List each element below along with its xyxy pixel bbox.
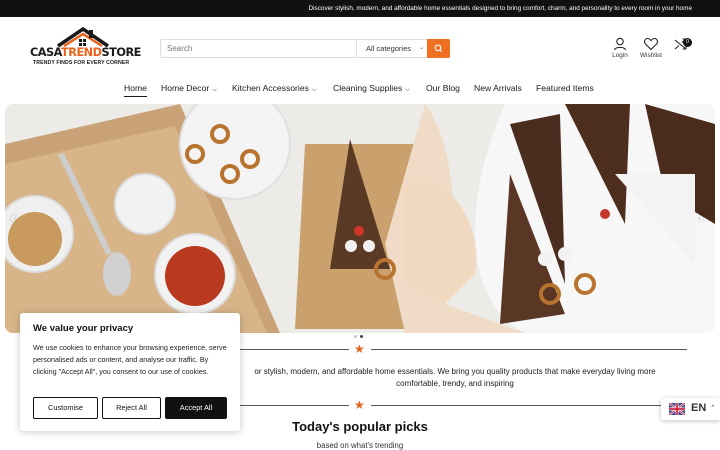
slider-dot-active[interactable] — [360, 335, 363, 338]
search-input[interactable]: Search — [167, 40, 192, 57]
announcement-text: Discover stylish, modern, and affordable… — [308, 5, 692, 12]
slider-dots — [354, 325, 366, 343]
chevron-up-icon: ⌃ — [710, 405, 716, 412]
nav-item-new-arrivals[interactable]: New Arrivals — [474, 80, 522, 96]
section-subtitle: based on what's trending — [316, 441, 404, 450]
uk-flag-icon — [669, 403, 685, 415]
hero-image — [5, 104, 715, 333]
divider-line — [240, 405, 349, 406]
divider-line — [371, 349, 687, 350]
brand-name: CASATRENDSTORE — [30, 46, 141, 59]
search-bar: Search All categories ⌄ — [160, 39, 450, 58]
announcement-bar: Discover stylish, modern, and affordable… — [0, 0, 720, 17]
nav-item-cleaning-supplies[interactable]: Cleaning Supplies ⌵ — [333, 80, 410, 98]
star-icon: ★ — [354, 342, 365, 356]
nav-item-label: Kitchen Accessories — [232, 83, 309, 93]
nav-item-label: Home — [124, 83, 147, 93]
nav-item-label: New Arrivals — [474, 83, 522, 93]
accept-all-button[interactable]: Accept All — [165, 397, 227, 419]
slider-next-button[interactable]: › — [699, 210, 703, 225]
site-header: CASATRENDSTORE TRENDY FINDS FOR EVERY CO… — [0, 17, 720, 77]
chevron-left-icon: ‹ — [11, 210, 16, 225]
cookie-description: We use cookies to enhance your browsing … — [33, 343, 227, 376]
wishlist-link[interactable]: Wishlist — [640, 37, 662, 59]
language-code: EN — [691, 402, 707, 414]
login-label: Login — [612, 52, 628, 59]
nav-item-home[interactable]: Home — [124, 80, 147, 97]
cookie-title: We value your privacy — [33, 323, 134, 334]
wishlist-label: Wishlist — [639, 52, 663, 59]
category-select-value: All categories — [366, 44, 412, 53]
customise-button[interactable]: Customise — [33, 397, 98, 419]
brand-name-part1: CASA — [30, 46, 62, 59]
chevron-down-icon: ⌵ — [311, 87, 317, 93]
site-logo[interactable]: CASATRENDSTORE TRENDY FINDS FOR EVERY CO… — [30, 26, 141, 68]
hero-slider[interactable] — [5, 104, 715, 333]
nav-item-label: Cleaning Supplies — [333, 83, 403, 93]
slider-dot[interactable] — [354, 335, 357, 338]
nav-item-kitchen-accessories[interactable]: Kitchen Accessories ⌵ — [232, 80, 316, 98]
brand-tagline: TRENDY FINDS FOR EVERY CORNER — [33, 60, 130, 66]
chevron-down-icon: ⌄ — [418, 45, 424, 51]
cookie-consent-banner: We value your privacy We use cookies to … — [20, 313, 240, 431]
slider-prev-button[interactable]: ‹ — [11, 210, 15, 225]
category-select[interactable]: All categories ⌄ — [356, 40, 428, 57]
divider-line — [240, 349, 349, 350]
divider-line — [371, 405, 687, 406]
nav-item-label: Our Blog — [426, 83, 460, 93]
nav-item-label: Featured Items — [536, 83, 594, 93]
nav-item-our-blog[interactable]: Our Blog — [426, 80, 460, 96]
user-icon — [613, 37, 627, 51]
login-link[interactable]: Login — [612, 37, 628, 59]
chevron-down-icon: ⌵ — [212, 87, 217, 93]
brand-name-part3: STORE — [101, 46, 142, 59]
house-roof-icon — [57, 26, 109, 48]
nav-item-label: Home Decor — [161, 83, 210, 93]
star-icon: ★ — [354, 398, 365, 412]
nav-item-featured-items[interactable]: Featured Items — [536, 80, 594, 96]
chevron-right-icon: › — [699, 210, 704, 225]
compare-count-badge: 0 — [683, 38, 692, 47]
search-button[interactable] — [427, 39, 450, 58]
main-navigation: Home Home Decor ⌵ Kitchen Accessories ⌵ Cl… — [0, 80, 720, 98]
language-switcher[interactable]: EN ⌃ — [661, 398, 720, 420]
reject-all-button[interactable]: Reject All — [102, 397, 161, 419]
brand-name-part2: TREND — [61, 46, 102, 59]
search-icon — [434, 44, 443, 52]
heart-icon — [643, 37, 659, 51]
intro-text: or stylish, modern, and affordable home … — [254, 367, 656, 388]
chevron-down-icon: ⌵ — [405, 87, 410, 93]
nav-item-home-decor[interactable]: Home Decor ⌵ — [161, 80, 217, 98]
